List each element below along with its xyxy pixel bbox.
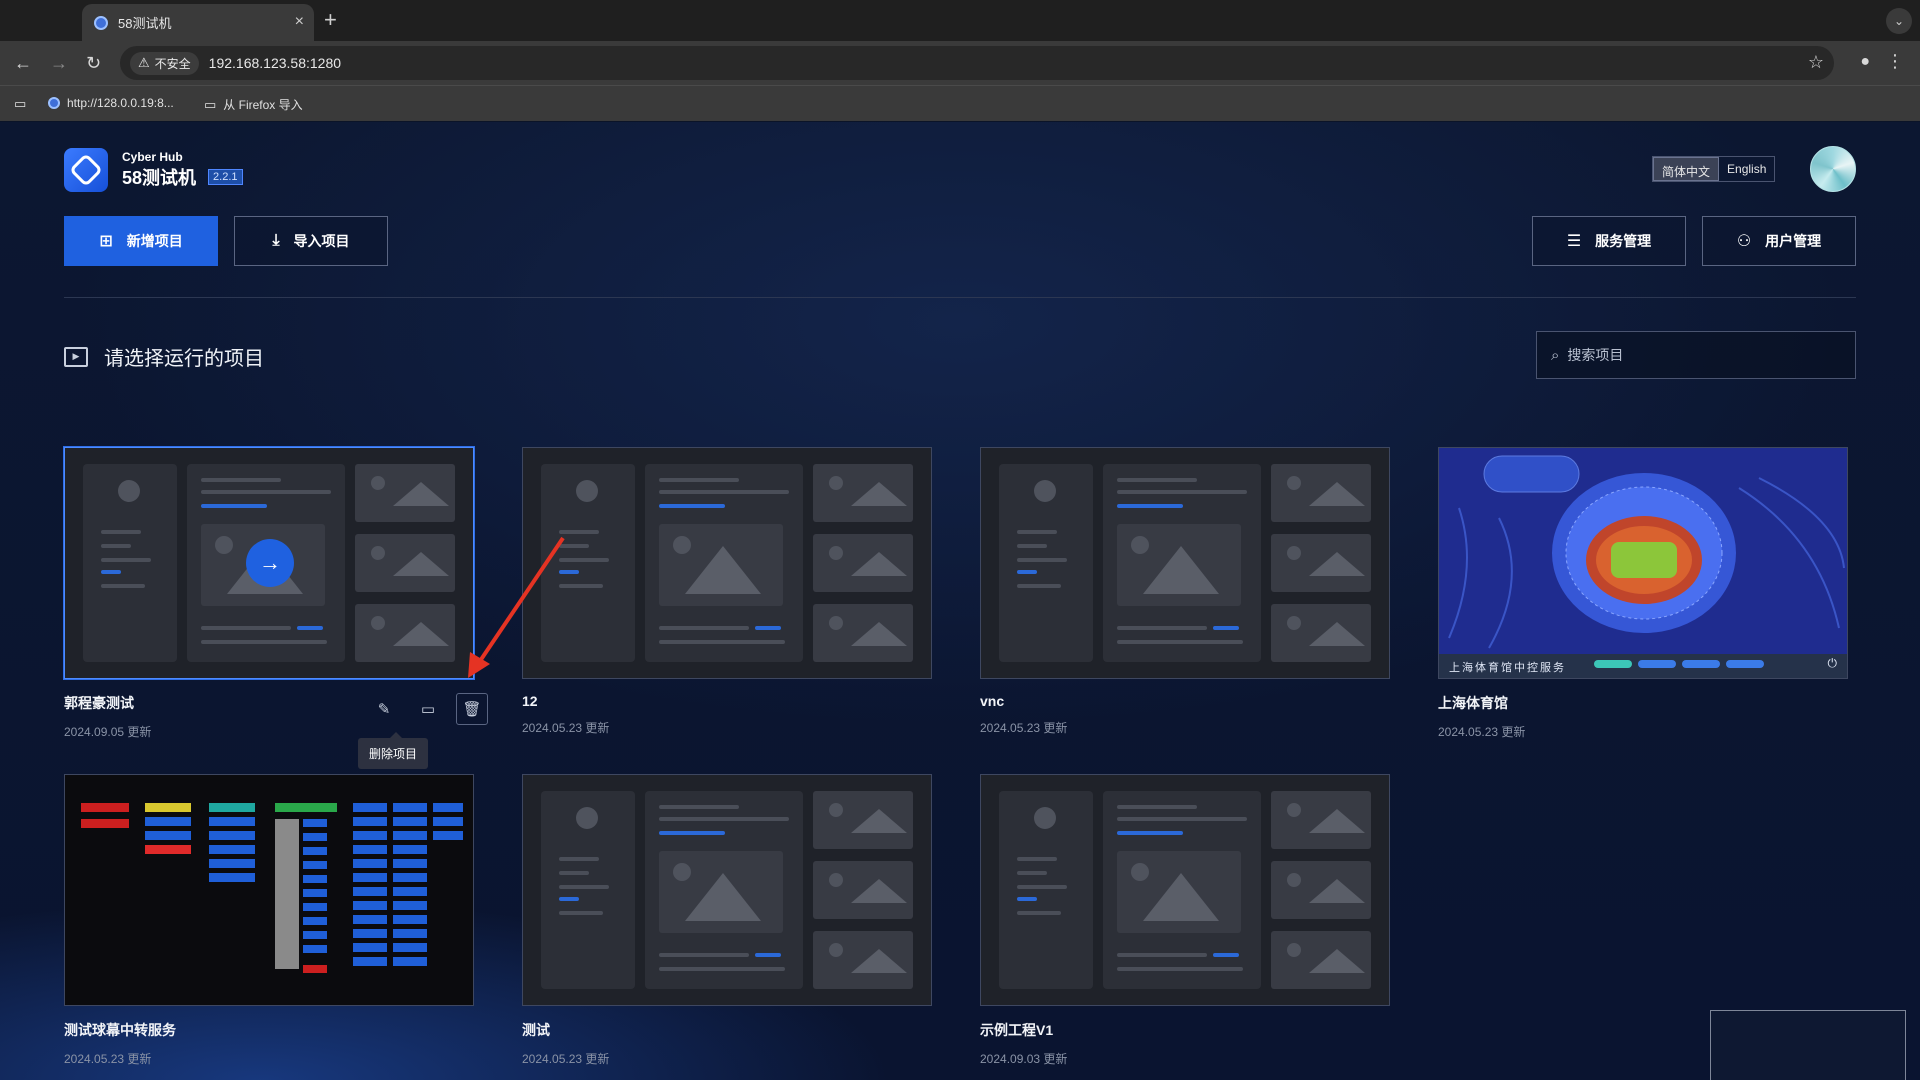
security-chip[interactable]: ⚠ 不安全: [130, 51, 199, 75]
section-title: ▶ 请选择运行的项目: [64, 342, 264, 371]
project-card[interactable]: → 郭程豪测试 2024.09.05 更新 ✎ ▭ 🗑: [64, 447, 488, 740]
brand-small: Cyber Hub: [122, 150, 183, 164]
tab-search-chevron-icon[interactable]: ⌄: [1886, 8, 1912, 34]
new-folder-icon: ⊞: [99, 233, 113, 250]
bookmark-favicon-icon: [48, 97, 60, 109]
project-thumbnail-dashboard[interactable]: [64, 774, 474, 1006]
lang-option-zh[interactable]: 简体中文: [1653, 157, 1720, 181]
import-icon: ⤓: [272, 232, 280, 249]
browser-tab[interactable]: 58测试机 ×: [82, 4, 314, 41]
project-date: 2024.09.03 更新: [980, 1052, 1068, 1066]
bookmarks-bar: ▭ http://128.0.0.19:8... ▭ 从 Firefox 导入: [0, 85, 1920, 121]
project-name: 上海体育馆: [1438, 695, 1508, 711]
browser-toolbar: ← → ↻ ⚠ 不安全 192.168.123.58:1280 ☆ ● ⋮: [0, 41, 1920, 85]
project-card[interactable]: 示例工程V1 2024.09.03 更新: [980, 774, 1390, 1067]
project-thumbnail[interactable]: →: [64, 447, 474, 679]
new-project-button[interactable]: ⊞ 新增项目: [64, 216, 218, 266]
user-management-label: 用户管理: [1765, 233, 1822, 249]
search-icon: ⌕: [1551, 346, 1560, 364]
bookmark-folder-firefox[interactable]: ▭ 从 Firefox 导入: [204, 96, 303, 113]
app-logo-icon: [64, 148, 108, 192]
project-thumbnail[interactable]: [980, 774, 1390, 1006]
folder-icon: ▭: [204, 96, 217, 112]
folder-icon[interactable]: ▭: [412, 693, 444, 725]
back-arrow-icon[interactable]: ←: [14, 53, 32, 74]
power-icon: ⏻: [1827, 656, 1838, 670]
server-icon: ☰: [1566, 233, 1582, 250]
wireframe-placeholder: [541, 791, 913, 989]
language-switch: 简体中文 English: [1652, 156, 1776, 182]
project-card[interactable]: 测试球幕中转服务 2024.05.23 更新: [64, 774, 474, 1067]
project-date: 2024.05.23 更新: [64, 1052, 152, 1066]
brand: Cyber Hub 58测试机 2.2.1: [64, 148, 243, 192]
app-root: Cyber Hub 58测试机 2.2.1 简体中文 English ⊞ 新增项目 …: [0, 122, 1920, 1080]
brand-name: 58测试机: [122, 168, 197, 188]
section-title-text: 请选择运行的项目: [104, 348, 264, 370]
wireframe-placeholder: [999, 791, 1371, 989]
header-divider: [64, 297, 1856, 298]
insecure-label: 不安全: [154, 56, 191, 71]
project-date: 2024.05.23 更新: [1438, 725, 1526, 739]
new-project-label: 新增项目: [126, 233, 183, 249]
warning-icon: ⚠: [138, 55, 150, 70]
project-name: 测试: [522, 1022, 550, 1038]
trash-icon[interactable]: 🗑: [456, 693, 488, 725]
bookmark-star-icon[interactable]: ☆: [1808, 52, 1824, 73]
import-project-button[interactable]: ⤓ 导入项目: [234, 216, 388, 266]
stadium-image: [1439, 448, 1847, 678]
project-name: vnc: [980, 693, 1005, 709]
project-thumbnail-stadium[interactable]: 上海体育馆中控服务 ⏻: [1438, 447, 1848, 679]
minimap-preview[interactable]: [1710, 1010, 1906, 1080]
arrow-right-icon[interactable]: →: [246, 539, 294, 587]
bookmark-label: http://128.0.0.19:8...: [67, 96, 174, 110]
project-card[interactable]: 上海体育馆中控服务 ⏻ 上海体育馆 2024.05.23 更新: [1438, 447, 1848, 740]
delete-tooltip: 删除项目: [358, 732, 429, 769]
project-date: 2024.05.23 更新: [522, 1052, 610, 1066]
project-thumbnail[interactable]: [522, 447, 932, 679]
project-card[interactable]: 测试 2024.05.23 更新: [522, 774, 932, 1067]
project-date: 2024.05.23 更新: [522, 721, 610, 735]
bookmarks-folder-icon[interactable]: ▭: [14, 96, 33, 112]
service-management-button[interactable]: ☰ 服务管理: [1532, 216, 1686, 266]
project-card[interactable]: 12 2024.05.23 更新: [522, 447, 932, 736]
avatar[interactable]: [1810, 146, 1856, 192]
project-actions: ✎ ▭ 🗑: [356, 693, 488, 725]
project-date: 2024.05.23 更新: [980, 721, 1068, 735]
search-placeholder: 搜索项目: [1567, 347, 1624, 363]
browser-tab-bar: 58测试机 × + ⌄: [0, 0, 1920, 41]
reload-icon[interactable]: ↻: [86, 53, 101, 74]
project-card[interactable]: vnc 2024.05.23 更新: [980, 447, 1390, 736]
new-tab-button[interactable]: +: [324, 7, 337, 33]
folder-play-icon: ▶: [64, 346, 88, 367]
stadium-buttons: [1594, 660, 1764, 668]
project-name: 12: [522, 693, 538, 709]
users-icon: ⚇: [1736, 233, 1752, 250]
address-bar[interactable]: ⚠ 不安全 192.168.123.58:1280: [120, 46, 1834, 80]
lang-option-en[interactable]: English: [1719, 157, 1774, 181]
wireframe-placeholder: [541, 464, 913, 662]
stadium-caption: 上海体育馆中控服务: [1449, 662, 1566, 674]
project-thumbnail[interactable]: [522, 774, 932, 1006]
project-thumbnail[interactable]: [980, 447, 1390, 679]
bookmark-item[interactable]: http://128.0.0.19:8...: [48, 96, 174, 110]
tab-close-icon[interactable]: ×: [295, 13, 304, 31]
tab-favicon-icon: [94, 15, 108, 30]
browser-menu-icon[interactable]: ⋮: [1886, 51, 1904, 72]
import-project-label: 导入项目: [293, 233, 350, 249]
dashboard-image: [65, 775, 473, 1005]
service-management-label: 服务管理: [1595, 233, 1652, 249]
project-name: 示例工程V1: [980, 1022, 1054, 1038]
project-name: 测试球幕中转服务: [64, 1022, 176, 1038]
forward-arrow-icon[interactable]: →: [50, 53, 68, 74]
tab-title: 58测试机: [118, 16, 172, 31]
search-input[interactable]: ⌕ 搜索项目: [1536, 331, 1856, 379]
edit-icon[interactable]: ✎: [368, 693, 400, 725]
bookmark-label: 从 Firefox 导入: [223, 98, 303, 112]
user-management-button[interactable]: ⚇ 用户管理: [1702, 216, 1856, 266]
url-text[interactable]: 192.168.123.58:1280: [209, 55, 341, 71]
profile-icon[interactable]: ●: [1860, 53, 1870, 71]
version-badge: 2.2.1: [208, 169, 243, 185]
wireframe-placeholder: [999, 464, 1371, 662]
